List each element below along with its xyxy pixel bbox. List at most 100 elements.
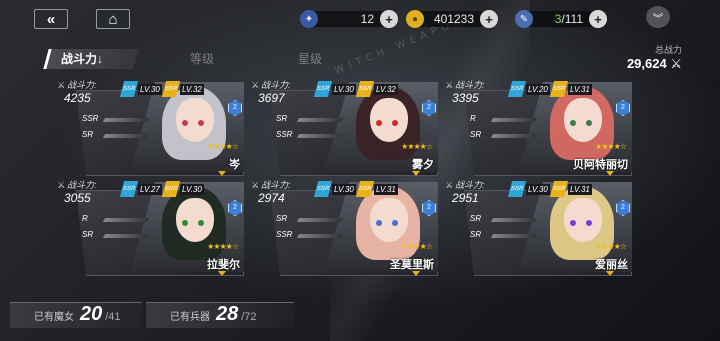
weapon-rarity-2: SR — [470, 130, 482, 139]
weapon-rarity-2: SSR — [276, 230, 293, 239]
witch-count-label: 已有魔女 — [34, 312, 74, 323]
power-value: 4235 — [64, 91, 91, 105]
crossed-swords-icon: ⚔ — [252, 180, 259, 190]
power-label: ⚔ 战斗力: — [252, 80, 291, 90]
witch-name: 拉斐尔 — [207, 259, 240, 271]
coin-value: 401233 — [433, 12, 474, 26]
witch-level: SSR LV.27 — [119, 180, 164, 198]
weapon-rarity-1: SSR — [82, 114, 99, 123]
card-marker-icon — [218, 271, 226, 276]
witch-name: 贝阿特丽切 — [573, 159, 628, 171]
witch-card[interactable]: ⚔ 战斗力: 3395 R SR SSR LV.20 SSR LV.31 2 ★★★… — [446, 76, 632, 176]
crossed-swords-icon: ⚔ — [446, 80, 453, 90]
crossed-swords-icon: ⚔ — [670, 56, 682, 71]
power-label: ⚔ 战斗力: — [446, 180, 485, 190]
star-rating: ★★★★☆ — [595, 142, 627, 151]
card-marker-icon — [412, 271, 420, 276]
weapon-count-value: 28 — [216, 303, 239, 325]
witch-level: SSR LV.30 — [313, 80, 358, 98]
crossed-swords-icon: ⚔ — [58, 80, 65, 90]
power-value: 2951 — [452, 191, 479, 205]
witch-card[interactable]: ⚔ 战斗力: 4235 SSR SR SSR LV.30 SSR LV.32 2 ★… — [58, 76, 244, 176]
witch-count: 已有魔女 20 /41 — [10, 302, 142, 328]
weapon-rarity-2: SR — [82, 130, 94, 139]
chevron-down-icon: ︾ — [653, 13, 663, 25]
weapon-image — [490, 118, 538, 122]
weapon-rarity-1: SR — [470, 214, 482, 223]
coin-icon: ● — [406, 10, 424, 28]
ticket-value: 3/111 — [554, 12, 583, 26]
stamina-resource: ✦ 12 + — [300, 9, 398, 29]
coin-resource: ● 401233 + — [406, 9, 498, 29]
total-power-label: 总战力 — [654, 45, 682, 55]
weapon-level: SSR LV.32 — [161, 80, 206, 98]
power-value: 3697 — [258, 91, 285, 105]
add-coin-button[interactable]: + — [480, 10, 498, 28]
weapon-level: SSR LV.31 — [355, 180, 400, 198]
weapon-rarity-1: R — [82, 214, 88, 223]
witch-count-max: /41 — [105, 311, 121, 323]
weapon-image — [102, 234, 150, 238]
crossed-swords-icon: ⚔ — [446, 180, 453, 190]
power-label: ⚔ 战斗力: — [58, 180, 97, 190]
star-rating: ★★★★☆ — [207, 142, 239, 151]
weapon-image — [102, 118, 150, 122]
witch-count-value: 20 — [80, 303, 103, 325]
weapon-count: 已有兵器 28 /72 — [146, 302, 294, 328]
power-value: 2974 — [258, 191, 285, 205]
weapon-level: SSR LV.31 — [549, 80, 594, 98]
home-icon: ⌂ — [108, 10, 118, 28]
weapon-rarity-2: SR — [470, 230, 482, 239]
stamina-icon: ✦ — [300, 10, 318, 28]
back-button[interactable]: « — [34, 9, 68, 29]
power-label: ⚔ 战斗力: — [58, 80, 97, 90]
sort-tab-power[interactable]: 战斗力↓ — [43, 49, 139, 69]
ticket-resource: ✎ 3/111 + — [515, 9, 607, 29]
power-value: 3395 — [452, 91, 479, 105]
power-value: 3055 — [64, 191, 91, 205]
weapon-image — [296, 234, 344, 238]
weapon-count-max: /72 — [241, 311, 257, 323]
power-label: ⚔ 战斗力: — [252, 180, 291, 190]
star-rating: ★★★★☆ — [207, 242, 239, 251]
stamina-value: 12 — [360, 12, 374, 26]
witch-level: SSR LV.30 — [119, 80, 164, 98]
crossed-swords-icon: ⚔ — [252, 80, 259, 90]
weapon-image — [296, 218, 344, 222]
add-ticket-button[interactable]: + — [589, 10, 607, 28]
weapon-image — [296, 134, 344, 138]
weapon-image — [102, 134, 150, 138]
star-rating: ★★★★☆ — [401, 142, 433, 151]
weapon-rarity-2: SR — [82, 230, 94, 239]
witch-level: SSR LV.30 — [313, 180, 358, 198]
weapon-rarity-2: SSR — [276, 130, 293, 139]
weapon-image — [490, 218, 538, 222]
power-label: ⚔ 战斗力: — [446, 80, 485, 90]
crossed-swords-icon: ⚔ — [58, 180, 65, 190]
weapon-image — [296, 118, 344, 122]
witch-card[interactable]: ⚔ 战斗力: 2974 SR SSR SSR LV.30 SSR LV.31 2 ★… — [252, 176, 438, 276]
card-marker-icon — [606, 271, 614, 276]
weapon-rarity-1: SR — [276, 214, 288, 223]
witch-name: 雾夕 — [412, 159, 434, 171]
witch-level: SSR LV.30 — [507, 180, 552, 198]
weapon-level: SSR LV.31 — [549, 180, 594, 198]
weapon-level: SSR LV.32 — [355, 80, 400, 98]
weapon-image — [490, 134, 538, 138]
collapse-menu-button[interactable]: ︾ — [646, 6, 670, 28]
add-stamina-button[interactable]: + — [380, 10, 398, 28]
weapon-level: SSR LV.30 — [161, 180, 206, 198]
home-button[interactable]: ⌂ — [96, 9, 130, 29]
witch-card[interactable]: ⚔ 战斗力: 2951 SR SR SSR LV.30 SSR LV.31 2 ★★… — [446, 176, 632, 276]
total-power-value: 29,624 ⚔ — [626, 56, 682, 71]
witch-name: 圣莫里斯 — [390, 259, 434, 271]
witch-card[interactable]: ⚔ 战斗力: 3055 R SR SSR LV.27 SSR LV.30 2 ★★★… — [58, 176, 244, 276]
sort-tab-level[interactable]: 等级 — [190, 50, 214, 67]
sort-tab-star[interactable]: 星级 — [298, 50, 322, 67]
witch-name: 岑 — [229, 159, 240, 171]
weapon-count-label: 已有兵器 — [170, 312, 210, 323]
total-power: 总战力 29,624 ⚔ — [627, 43, 682, 72]
weapon-image — [102, 218, 150, 222]
witch-card[interactable]: ⚔ 战斗力: 3697 SR SSR SSR LV.30 SSR LV.32 2 ★… — [252, 76, 438, 176]
weapon-rarity-1: SR — [276, 114, 288, 123]
